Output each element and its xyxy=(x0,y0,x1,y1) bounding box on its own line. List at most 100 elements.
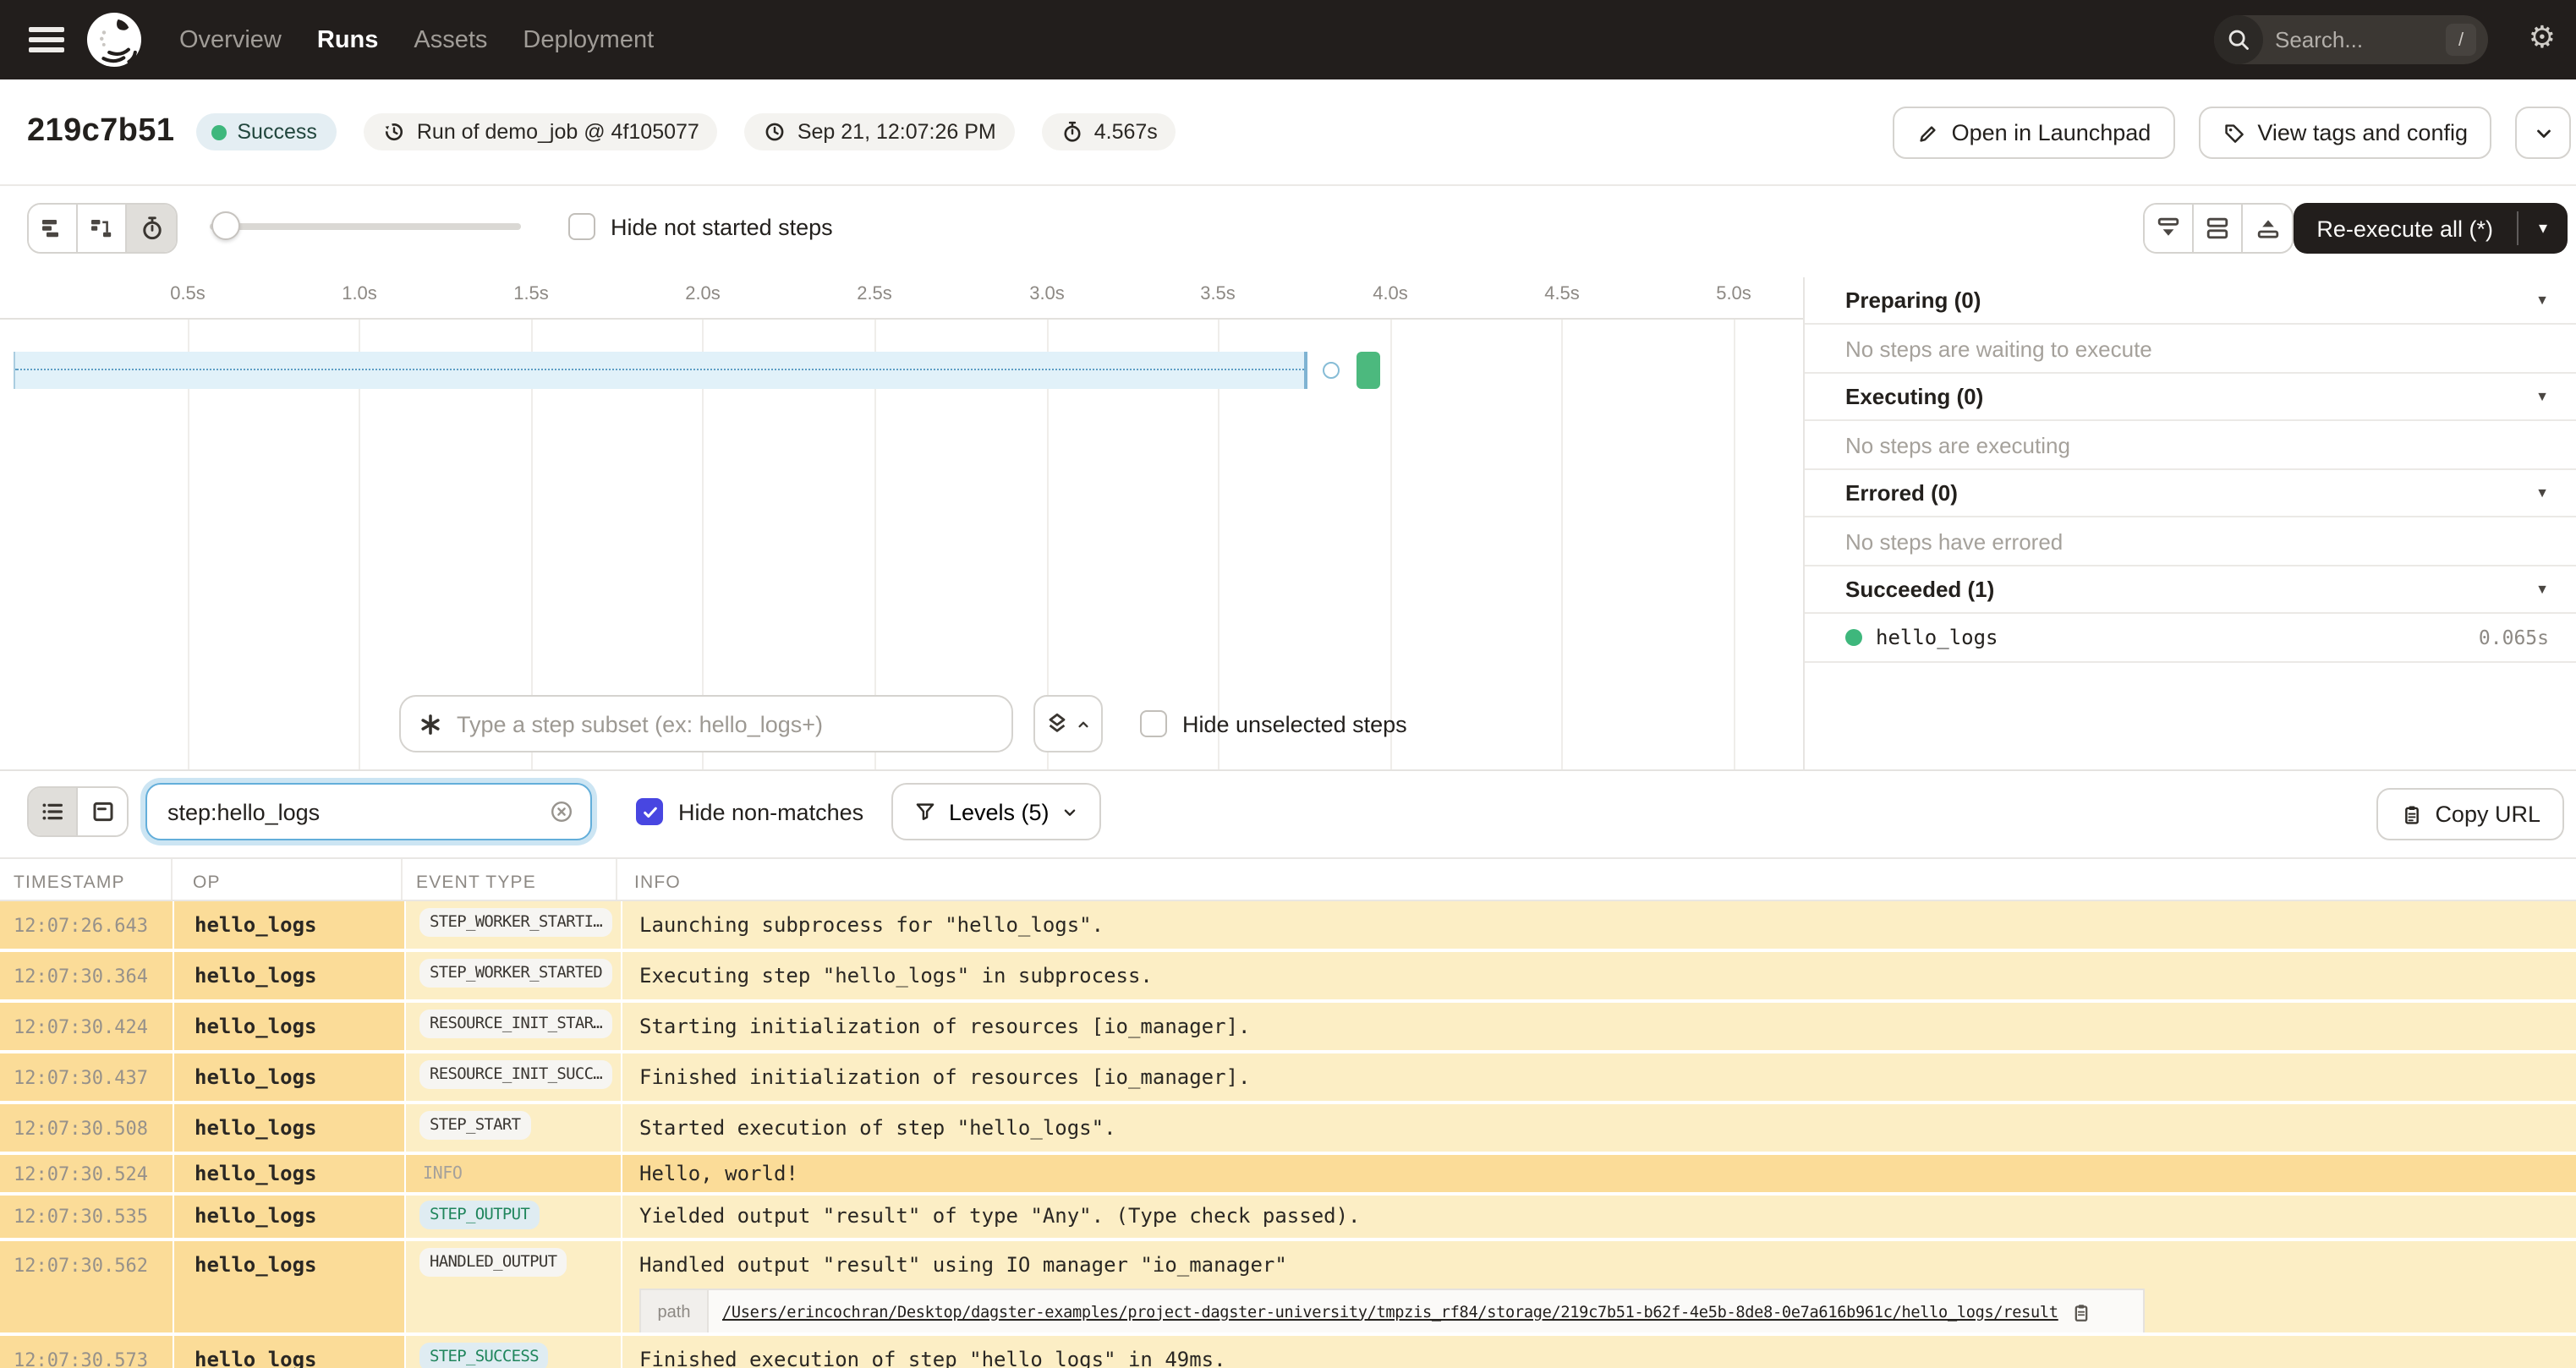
levels-dropdown[interactable]: Levels (5) xyxy=(891,783,1102,840)
axis-tick: 4.5s xyxy=(1544,284,1580,304)
reexecute-all-button[interactable]: Re-execute all (*) xyxy=(2293,203,2517,254)
event-type-badge: STEP_WORKER_STARTI… xyxy=(419,908,612,937)
run-header: 219c7b51 Success Run of demo_job @ 4f105… xyxy=(0,79,2576,186)
hide-unselected-checkbox[interactable] xyxy=(1140,710,1167,737)
dagster-logo-icon[interactable] xyxy=(86,12,142,68)
collapse-bottom-icon[interactable] xyxy=(2145,205,2194,252)
layers-icon xyxy=(1049,713,1066,732)
section-preparing[interactable]: Preparing (0) ▼ xyxy=(1805,277,2576,325)
info-text: Handled output "result" using IO manager… xyxy=(639,1253,1287,1277)
collapse-icon[interactable]: ▼ xyxy=(2535,485,2549,501)
event-type-badge: STEP_WORKER_STARTED xyxy=(419,959,612,988)
hide-unselected-control: Hide unselected steps xyxy=(1140,710,1407,737)
step-execution-bar[interactable] xyxy=(1357,352,1380,389)
step-status-panel: Preparing (0) ▼ No steps are waiting to e… xyxy=(1805,277,2576,769)
clear-filter-icon[interactable] xyxy=(548,798,575,825)
log-row[interactable]: 12:07:30.364 hello_logs STEP_WORKER_STAR… xyxy=(0,952,2576,999)
log-row[interactable]: 12:07:30.573 hello_logs STEP_SUCCESS Fin… xyxy=(0,1336,2576,1368)
run-header-actions: Open in Launchpad View tags and config xyxy=(1892,107,2571,159)
search-icon xyxy=(2214,15,2263,64)
expand-top-icon[interactable] xyxy=(2243,205,2292,252)
history-icon xyxy=(386,123,403,141)
axis-tick: 1.0s xyxy=(342,284,377,304)
reexecute-split-button: Re-execute all (*) ▾ xyxy=(2293,203,2568,254)
global-search[interactable]: / xyxy=(2214,15,2488,64)
search-shortcut-key: / xyxy=(2446,24,2476,56)
view-tags-config-button[interactable]: View tags and config xyxy=(2198,107,2491,159)
gantt-zoom-slider[interactable] xyxy=(210,203,521,250)
hide-not-started-checkbox[interactable] xyxy=(568,213,595,240)
nav-assets[interactable]: Assets xyxy=(414,26,487,53)
timing-view-icon[interactable] xyxy=(127,205,176,252)
log-filter-input[interactable] xyxy=(167,799,548,824)
filter-funnel-icon xyxy=(916,803,934,820)
event-type-badge: STEP_SUCCESS xyxy=(419,1343,549,1368)
hide-non-matches-checkbox[interactable] xyxy=(636,798,663,825)
chevron-down-icon xyxy=(1065,808,1076,815)
log-row[interactable]: 12:07:30.437 hello_logs RESOURCE_INIT_SU… xyxy=(0,1053,2576,1101)
search-input[interactable] xyxy=(2275,27,2446,52)
step-subset-row: Hide unselected steps xyxy=(0,687,1803,761)
section-executing[interactable]: Executing (0) ▼ xyxy=(1805,374,2576,421)
structured-view-icon[interactable] xyxy=(78,788,127,835)
log-row-info-level[interactable]: 12:07:30.524 hello_logs INFO Hello, worl… xyxy=(0,1155,2576,1192)
step-subset-field[interactable] xyxy=(399,695,1013,752)
run-actions-menu-button[interactable] xyxy=(2515,107,2571,159)
copy-url-button[interactable]: Copy URL xyxy=(2376,788,2564,840)
collapse-icon[interactable]: ▼ xyxy=(2535,293,2549,308)
hide-not-started-control: Hide not started steps xyxy=(568,213,833,240)
collapse-icon[interactable]: ▼ xyxy=(2535,389,2549,404)
log-row[interactable]: 12:07:30.508 hello_logs STEP_START Start… xyxy=(0,1104,2576,1152)
axis-tick: 2.0s xyxy=(685,284,721,304)
axis-tick: 4.0s xyxy=(1373,284,1408,304)
step-marker-dot[interactable] xyxy=(1323,362,1340,379)
nav-overview[interactable]: Overview xyxy=(179,26,282,53)
split-view-icon[interactable] xyxy=(2194,205,2243,252)
step-subset-input[interactable] xyxy=(457,711,995,736)
errored-empty-text: No steps have errored xyxy=(1805,517,2576,566)
col-op: OP xyxy=(173,859,403,900)
log-filter-field[interactable] xyxy=(145,783,592,840)
list-view-icon[interactable] xyxy=(29,788,78,835)
flat-gantt-icon[interactable] xyxy=(29,205,78,252)
nav-deployment[interactable]: Deployment xyxy=(523,26,654,53)
log-row[interactable]: 12:07:26.643 hello_logs STEP_WORKER_STAR… xyxy=(0,901,2576,949)
open-in-launchpad-button[interactable]: Open in Launchpad xyxy=(1892,107,2175,159)
gear-icon[interactable]: ⚙ xyxy=(2529,22,2556,52)
output-path-box: path /Users/erincochran/Desktop/dagster-… xyxy=(639,1289,2145,1332)
slider-track[interactable] xyxy=(210,223,521,230)
waterfall-gantt-icon[interactable] xyxy=(78,205,127,252)
gantt-toolbar: Hide not started steps Re-execute all (*… xyxy=(0,186,2576,277)
axis-tick: 3.5s xyxy=(1200,284,1236,304)
log-row-handled-output[interactable]: 12:07:30.562 hello_logs HANDLED_OUTPUT H… xyxy=(0,1241,2576,1332)
section-errored[interactable]: Errored (0) ▼ xyxy=(1805,470,2576,517)
status-badge: Success xyxy=(196,113,337,150)
stopwatch-icon xyxy=(1064,121,1081,142)
log-view-toggle xyxy=(27,786,129,837)
output-path-link[interactable]: /Users/erincochran/Desktop/dagster-examp… xyxy=(722,1303,2058,1321)
event-type-badge: STEP_START xyxy=(419,1111,531,1140)
topbar: Overview Runs Assets Deployment / ⚙ xyxy=(0,0,2576,79)
log-row[interactable]: 12:07:30.535 hello_logs STEP_OUTPUT Yiel… xyxy=(0,1196,2576,1238)
preparing-empty-text: No steps are waiting to execute xyxy=(1805,325,2576,374)
step-waiting-band[interactable] xyxy=(14,352,1307,389)
dagster-run-page: Overview Runs Assets Deployment / ⚙ 219c… xyxy=(0,0,2576,1368)
event-type-badge: RESOURCE_INIT_SUCC… xyxy=(419,1060,612,1089)
event-type-plain: INFO xyxy=(423,1165,463,1184)
section-succeeded[interactable]: Succeeded (1) ▼ xyxy=(1805,566,2576,614)
copy-path-icon[interactable] xyxy=(2070,1301,2092,1323)
axis-tick: 0.5s xyxy=(170,284,206,304)
panel-layout-toggle xyxy=(2143,203,2294,254)
succeeded-step-row[interactable]: hello_logs 0.065s xyxy=(1805,614,2576,663)
nav-runs[interactable]: Runs xyxy=(317,26,379,53)
collapse-icon[interactable]: ▼ xyxy=(2535,582,2549,597)
axis-tick: 3.0s xyxy=(1029,284,1065,304)
log-row[interactable]: 12:07:30.424 hello_logs RESOURCE_INIT_ST… xyxy=(0,1003,2576,1050)
path-label: path xyxy=(641,1290,709,1332)
run-of-tag[interactable]: Run of demo_job @ 4f105077 xyxy=(364,113,718,150)
reexecute-menu-button[interactable]: ▾ xyxy=(2518,203,2568,254)
menu-icon[interactable] xyxy=(29,27,64,52)
slider-knob[interactable] xyxy=(211,211,240,240)
graph-query-toggle-button[interactable] xyxy=(1033,695,1103,752)
status-dot-icon xyxy=(211,124,227,140)
